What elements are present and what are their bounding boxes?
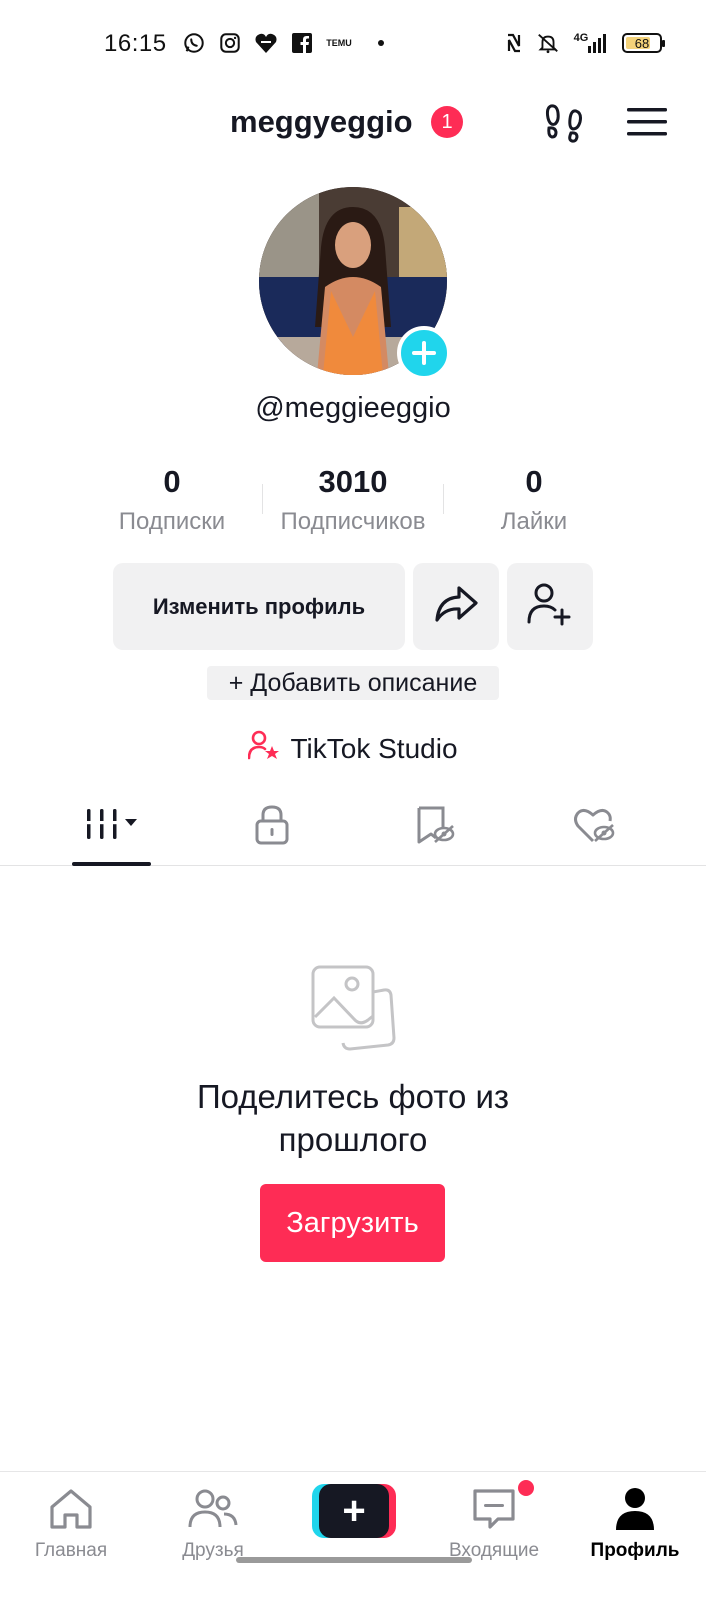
more-notifications-dot (378, 40, 384, 46)
inbox-icon (424, 1484, 564, 1534)
nav-profile[interactable]: Профиль (565, 1484, 705, 1562)
instagram-icon (218, 31, 242, 55)
studio-person-star-icon (248, 730, 280, 767)
tab-private[interactable] (232, 802, 312, 852)
stat-value: 0 (525, 464, 543, 499)
nav-friends[interactable]: Друзья (143, 1484, 283, 1562)
photos-icon (310, 962, 396, 1052)
nfc-icon (502, 31, 526, 55)
home-indicator[interactable] (236, 1557, 472, 1563)
footprints-icon[interactable] (543, 102, 585, 144)
stat-followers[interactable]: 3010 Подписчиков (263, 462, 443, 536)
lock-icon (254, 804, 290, 851)
facebook-icon (290, 31, 314, 55)
edit-profile-button[interactable]: Изменить профиль (113, 563, 405, 650)
inbox-notification-dot (518, 1480, 534, 1496)
stat-likes[interactable]: 0 Лайки (444, 462, 624, 536)
system-icons: 4G 68 (502, 31, 665, 55)
nav-inbox[interactable]: Входящие (424, 1484, 564, 1562)
upload-button[interactable]: Загрузить (260, 1184, 445, 1262)
signal-icon: 4G (570, 31, 612, 55)
tab-videos[interactable] (72, 802, 151, 852)
create-plus-button[interactable]: + (312, 1484, 396, 1538)
grid-icon (83, 805, 141, 850)
studio-label: TikTok Studio (290, 732, 458, 764)
username-title[interactable]: meggyeggio (230, 104, 413, 140)
add-description-button[interactable]: + Добавить описание (207, 666, 499, 700)
menu-icon[interactable] (627, 106, 667, 138)
add-user-icon (527, 582, 573, 631)
notification-icons: TEMU (182, 31, 384, 55)
bookmark-hidden-icon (414, 804, 456, 851)
content-tabs (0, 790, 706, 866)
account-notification-badge[interactable]: 1 (431, 106, 463, 138)
temu-icon: TEMU (326, 37, 352, 48)
stat-label: Подписки (118, 508, 226, 535)
profile-header: meggyeggio 1 (0, 92, 720, 152)
stat-label: Подписчиков (280, 508, 426, 535)
nav-label: Главная (34, 1540, 108, 1561)
share-icon (433, 584, 479, 629)
status-time: 16:15 (104, 30, 167, 57)
stat-label: Лайки (500, 508, 568, 535)
battery-icon: 68 (622, 33, 665, 53)
stat-value: 3010 (318, 464, 388, 499)
stat-following[interactable]: 0 Подписки (82, 462, 262, 536)
tab-saved[interactable] (395, 802, 475, 852)
create-plus-icon: + (319, 1484, 389, 1538)
whatsapp-icon (182, 31, 206, 55)
heart-hidden-icon (573, 805, 617, 850)
heart-app-icon (254, 31, 278, 55)
add-avatar-button[interactable] (397, 326, 451, 380)
add-friends-button[interactable] (507, 563, 593, 650)
active-tab-indicator (72, 862, 151, 866)
empty-state-title: Поделитесь фото из прошлого (196, 1078, 510, 1158)
mute-icon (536, 31, 560, 55)
stat-value: 0 (163, 464, 181, 499)
profile-stats: 0 Подписки 3010 Подписчиков 0 Лайки (82, 462, 624, 542)
nav-label: Профиль (590, 1540, 680, 1561)
bottom-navigation: Главная Друзья + Входящие Профиль (0, 1471, 706, 1600)
tab-liked[interactable] (555, 802, 635, 852)
friends-icon (143, 1484, 283, 1534)
tiktok-studio-link[interactable]: TikTok Studio (0, 730, 706, 767)
profile-handle: @meggieeggio (255, 392, 451, 424)
profile-icon (565, 1484, 705, 1534)
share-profile-button[interactable] (413, 563, 499, 650)
home-icon (1, 1484, 141, 1534)
status-bar: 16:15 TEMU 4G 68 (0, 0, 720, 88)
nav-home[interactable]: Главная (1, 1484, 141, 1562)
